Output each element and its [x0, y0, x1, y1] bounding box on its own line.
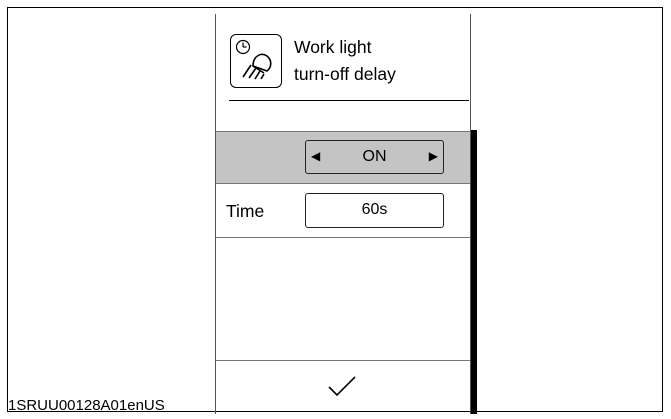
- confirm-button[interactable]: [216, 361, 470, 413]
- scrollbar[interactable]: [471, 130, 477, 414]
- reference-code: 1SRUU00128A01enUS: [8, 397, 165, 414]
- right-arrow-icon[interactable]: ▶: [429, 149, 438, 164]
- selector-value: ON: [362, 148, 387, 165]
- title-line-1: Work light: [294, 37, 372, 57]
- page-title: Work light turn-off delay: [294, 34, 396, 88]
- time-label: Time: [226, 201, 265, 221]
- work-light-timer-icon: [230, 34, 282, 88]
- title-line-2: turn-off delay: [294, 64, 396, 84]
- checkmark-icon: [328, 376, 356, 397]
- header-divider: [229, 100, 469, 101]
- on-off-selector[interactable]: ◀ ON ▶: [305, 140, 444, 174]
- time-value-field[interactable]: 60s: [305, 193, 444, 228]
